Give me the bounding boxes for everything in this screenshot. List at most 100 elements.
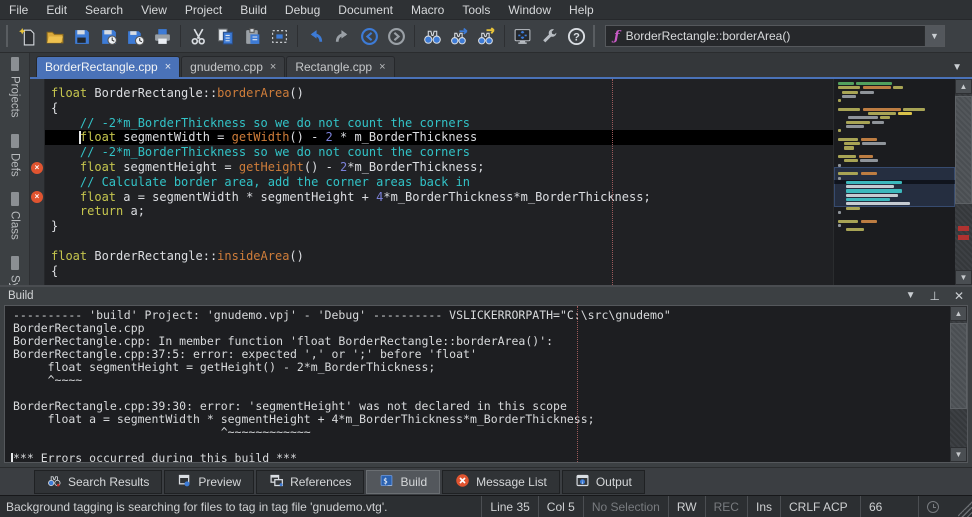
status-crlf-acp[interactable]: CRLF ACP xyxy=(780,496,860,517)
menu-item-build[interactable]: Build xyxy=(231,1,276,19)
status-rw[interactable]: RW xyxy=(668,496,705,517)
build-scroll-up-icon[interactable]: ▲ xyxy=(950,306,967,321)
save-all-button[interactable] xyxy=(122,23,149,50)
code-editor[interactable]: float BorderRectangle::borderArea(){ // … xyxy=(45,79,833,285)
status-clock[interactable] xyxy=(918,496,958,517)
tool-tab-references[interactable]: References xyxy=(256,470,364,494)
toolbar-grip[interactable] xyxy=(6,25,11,47)
cut-button[interactable] xyxy=(185,23,212,50)
tool-tab-search-results[interactable]: Search Results xyxy=(34,470,162,494)
minimap-segment xyxy=(861,172,877,175)
print-button[interactable] xyxy=(149,23,176,50)
minimap-segment xyxy=(859,155,873,158)
redo-button[interactable] xyxy=(329,23,356,50)
scroll-up-icon[interactable]: ▲ xyxy=(955,79,972,94)
document-tab-borderrectangle-cpp[interactable]: BorderRectangle.cpp× xyxy=(36,56,180,77)
status-line-35[interactable]: Line 35 xyxy=(481,496,537,517)
sidebar-tab-projects[interactable]: Projects xyxy=(9,57,21,118)
menu-item-view[interactable]: View xyxy=(132,1,176,19)
code-line[interactable]: float BorderRectangle::insideArea() xyxy=(45,249,833,264)
code-line[interactable] xyxy=(45,234,833,249)
find-button[interactable] xyxy=(419,23,446,50)
code-line[interactable]: return a; xyxy=(45,204,833,219)
status-66[interactable]: 66 xyxy=(860,496,918,517)
menu-item-file[interactable]: File xyxy=(0,1,37,19)
search-results-icon xyxy=(47,473,62,491)
navigate-back-button[interactable] xyxy=(356,23,383,50)
menu-item-project[interactable]: Project xyxy=(176,1,231,19)
resize-grip[interactable] xyxy=(958,496,972,517)
status-col-5[interactable]: Col 5 xyxy=(538,496,583,517)
code-line[interactable]: float segmentHeight = getHeight() - 2*m_… xyxy=(45,160,833,175)
chevron-down-icon[interactable]: ▼ xyxy=(924,26,944,46)
sidebar-tab-class[interactable]: Class xyxy=(9,192,21,240)
status-no-selection[interactable]: No Selection xyxy=(583,496,668,517)
code-line[interactable]: { xyxy=(45,101,833,116)
code-line[interactable]: // -2*m_BorderThickness so we do not cou… xyxy=(45,116,833,131)
code-line[interactable]: // -2*m_BorderThickness so we do not cou… xyxy=(45,145,833,160)
pin-icon[interactable]: ⊥ xyxy=(929,290,939,302)
toolbar-separator xyxy=(180,25,181,47)
menu-item-document[interactable]: Document xyxy=(329,1,402,19)
code-line[interactable]: float a = segmentWidth * segmentHeight +… xyxy=(45,190,833,205)
copy-button[interactable] xyxy=(212,23,239,50)
error-mark-1[interactable] xyxy=(958,226,969,231)
build-scrollbar[interactable]: ▲ ▼ xyxy=(950,306,967,462)
code-line[interactable]: // Calculate border area, add the corner… xyxy=(45,175,833,190)
editor-scroll-track[interactable] xyxy=(955,94,972,270)
fullscreen-button[interactable] xyxy=(509,23,536,50)
save-button[interactable] xyxy=(68,23,95,50)
tool-tab-build[interactable]: $_Build xyxy=(366,470,440,494)
menu-item-edit[interactable]: Edit xyxy=(37,1,76,19)
code-line[interactable]: float BorderRectangle::borderArea() xyxy=(45,86,833,101)
code-line[interactable]: float segmentWidth = getWidth() - 2 * m_… xyxy=(45,130,833,145)
new-file-button[interactable] xyxy=(14,23,41,50)
toolbar-grip-2[interactable] xyxy=(593,25,598,47)
options-wrench-button[interactable] xyxy=(536,23,563,50)
scroll-down-icon[interactable]: ▼ xyxy=(955,270,972,285)
close-icon[interactable]: ✕ xyxy=(954,290,964,302)
tab-list-dropdown-icon[interactable]: ▼ xyxy=(952,62,972,77)
tool-window-tab-bar: Search ResultsPreviewReferences$_BuildMe… xyxy=(0,467,972,495)
close-icon[interactable]: × xyxy=(270,61,276,73)
sidebar-tab-defs[interactable]: Defs xyxy=(9,134,21,177)
build-output[interactable]: ---------- 'build' Project: 'gnudemo.vpj… xyxy=(5,306,950,462)
minimap[interactable] xyxy=(833,79,955,285)
close-icon[interactable]: × xyxy=(379,61,385,73)
code-line[interactable]: } xyxy=(45,219,833,234)
tool-tab-output[interactable]: iOutput xyxy=(562,470,645,494)
status-rec[interactable]: REC xyxy=(705,496,747,517)
menu-item-macro[interactable]: Macro xyxy=(402,1,453,19)
editor-scrollbar[interactable]: ▲ ▼ xyxy=(955,79,972,285)
document-tab-gnudemo-cpp[interactable]: gnudemo.cpp× xyxy=(181,56,285,77)
build-scroll-track[interactable] xyxy=(950,321,967,447)
find-next-button[interactable] xyxy=(446,23,473,50)
error-mark-2[interactable] xyxy=(958,235,969,240)
help-button[interactable]: ? xyxy=(563,23,590,50)
menu-item-debug[interactable]: Debug xyxy=(276,1,329,19)
open-file-button[interactable] xyxy=(41,23,68,50)
menu-item-tools[interactable]: Tools xyxy=(453,1,499,19)
panel-menu-dropdown-icon[interactable]: ▼ xyxy=(906,291,916,301)
error-badge-icon: × xyxy=(31,162,43,174)
build-scroll-thumb[interactable] xyxy=(950,323,967,409)
navigate-forward-button[interactable] xyxy=(383,23,410,50)
paste-button[interactable] xyxy=(239,23,266,50)
build-scroll-down-icon[interactable]: ▼ xyxy=(950,447,967,462)
menu-item-help[interactable]: Help xyxy=(560,1,603,19)
document-tab-rectangle-cpp[interactable]: Rectangle.cpp× xyxy=(286,56,394,77)
save-as-button[interactable] xyxy=(95,23,122,50)
tool-tab-message-list[interactable]: Message List xyxy=(442,470,560,494)
select-code-block-button[interactable] xyxy=(266,23,293,50)
undo-button[interactable] xyxy=(302,23,329,50)
find-in-files-button[interactable] xyxy=(473,23,500,50)
editor-scroll-thumb[interactable] xyxy=(955,96,972,204)
menu-item-search[interactable]: Search xyxy=(76,1,132,19)
symbol-combo[interactable]: ƒ BorderRectangle::borderArea() ▼ xyxy=(605,25,945,47)
code-line[interactable]: { xyxy=(45,264,833,279)
status-ins[interactable]: Ins xyxy=(747,496,780,517)
close-icon[interactable]: × xyxy=(165,61,171,73)
minimap-segment xyxy=(861,220,877,223)
menu-item-window[interactable]: Window xyxy=(499,1,560,19)
tool-tab-preview[interactable]: Preview xyxy=(164,470,254,494)
